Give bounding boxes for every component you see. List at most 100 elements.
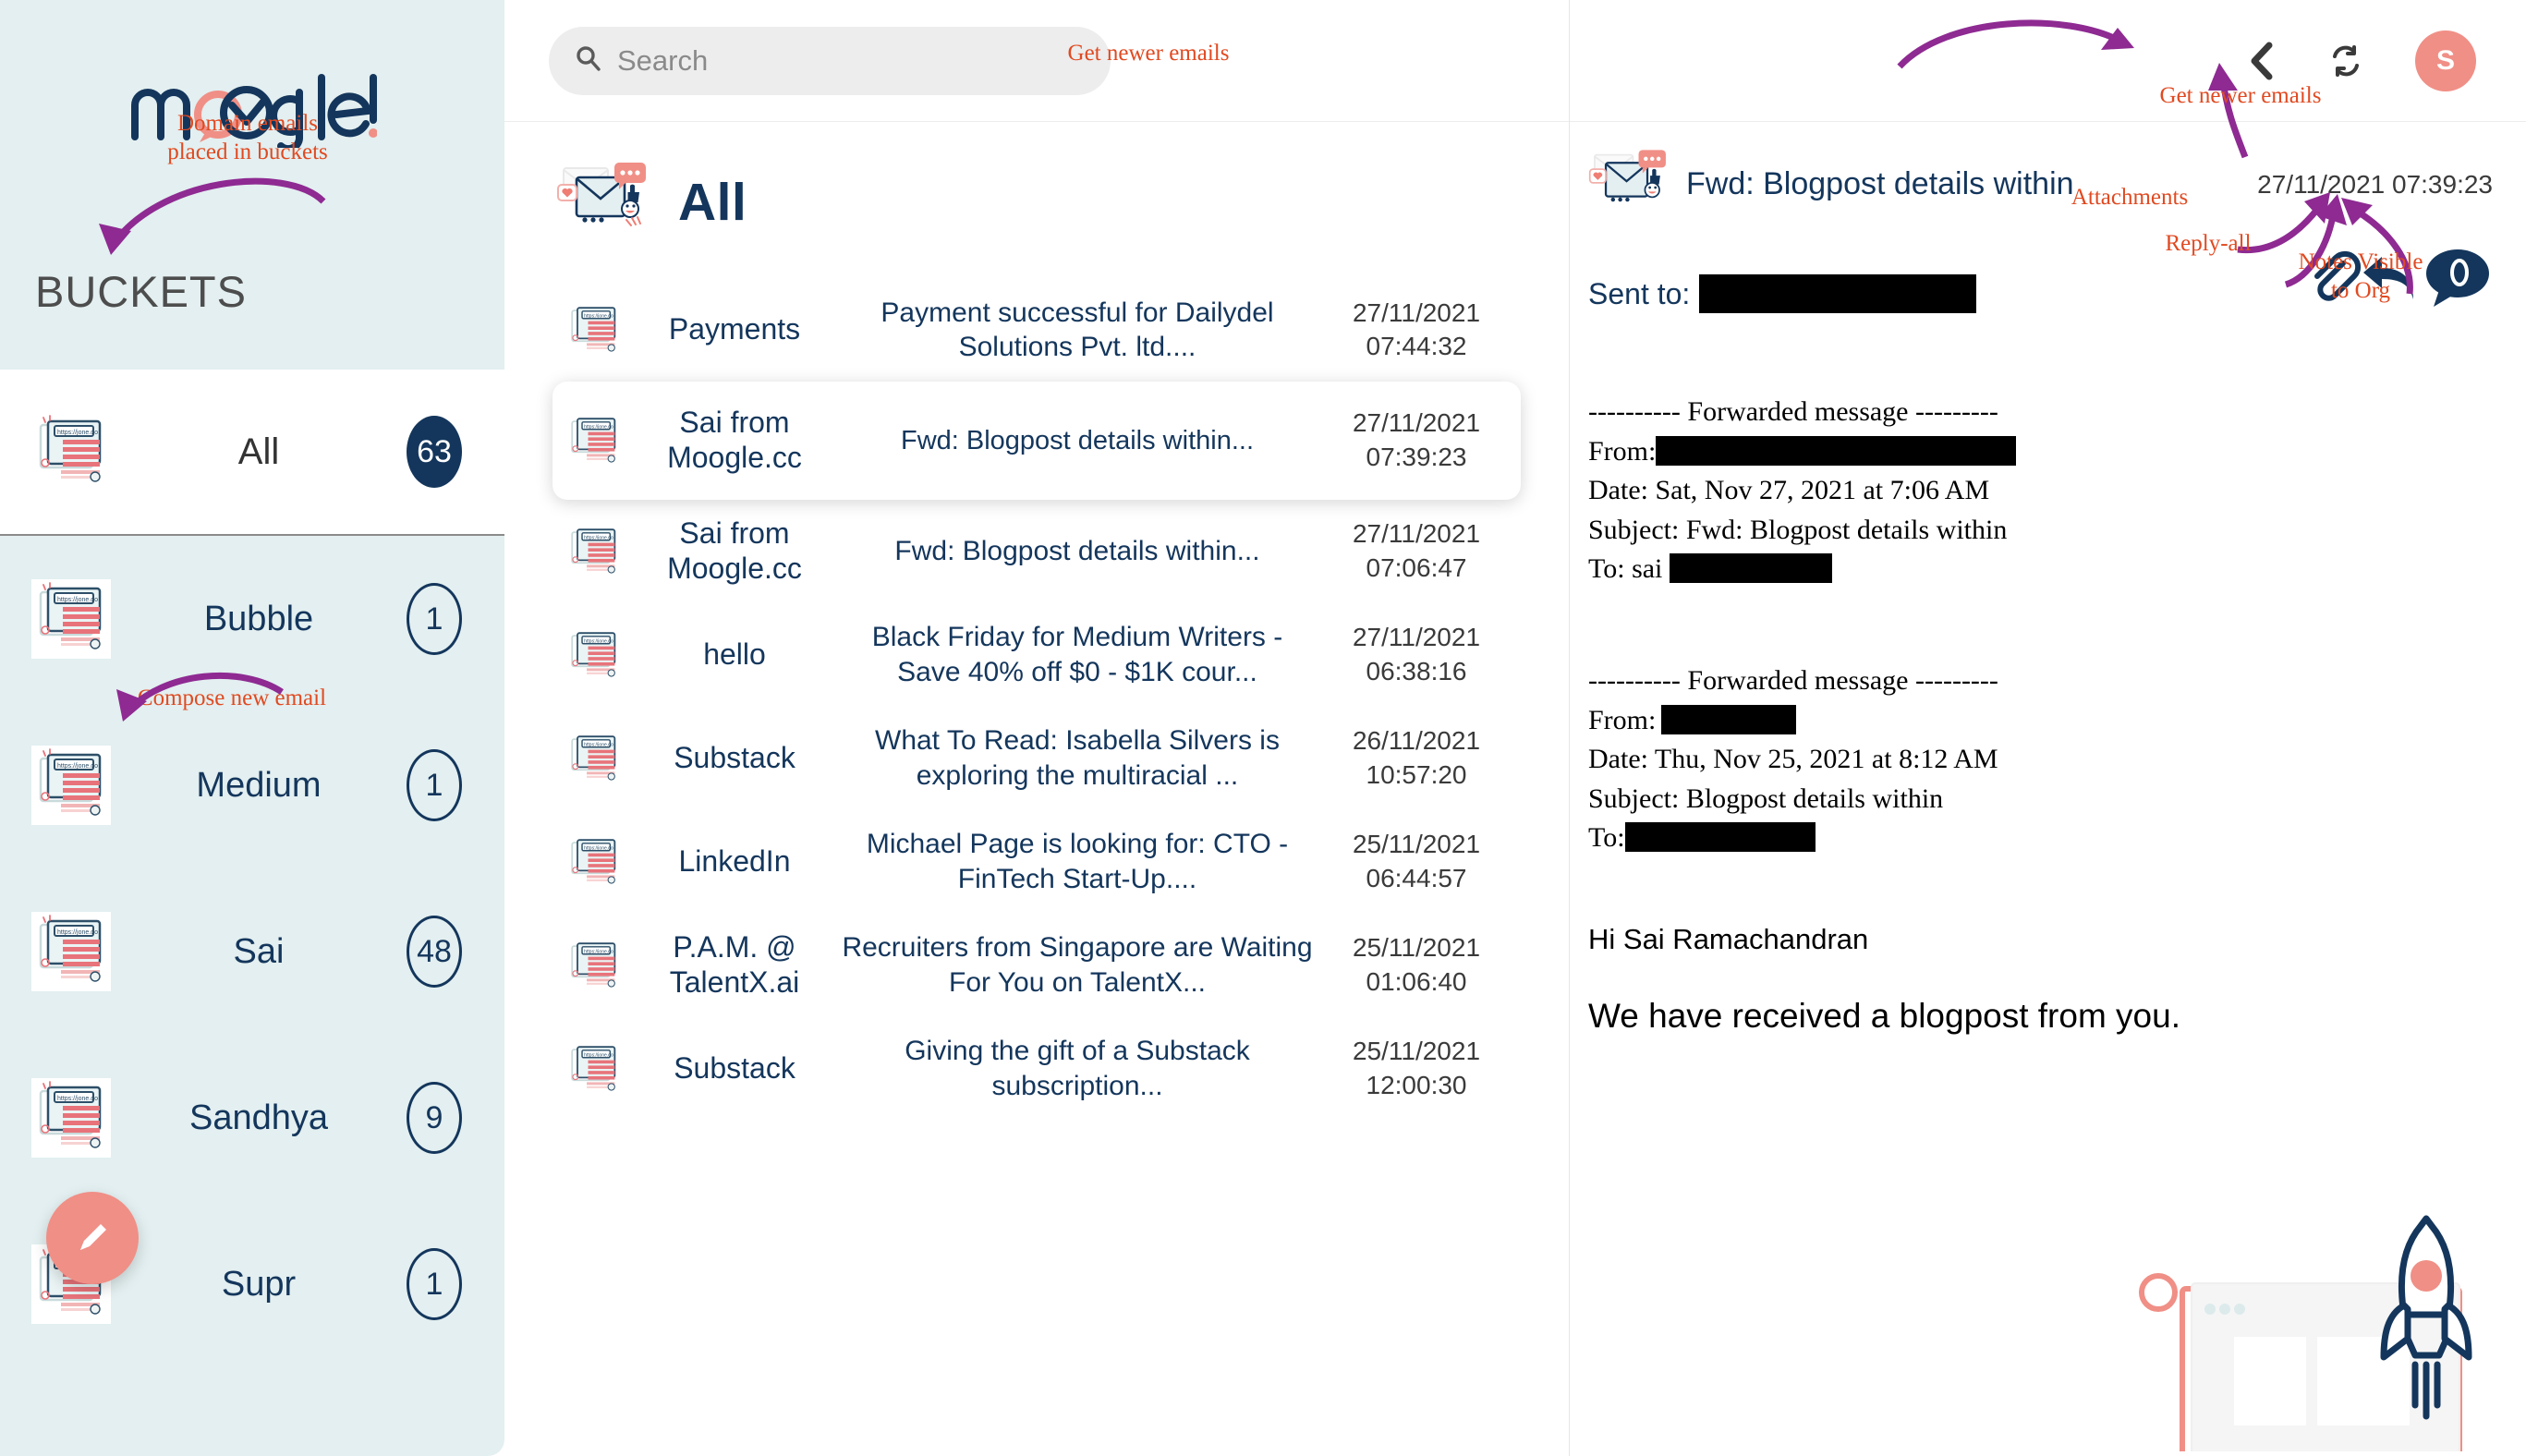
search-icon bbox=[575, 44, 602, 77]
mail-timestamp: 27/11/2021 07:06:47 bbox=[1352, 519, 1481, 582]
mail-row[interactable]: https://jone.do Payments Payment success… bbox=[553, 278, 1521, 382]
sent-to-redacted-value bbox=[1699, 274, 1977, 313]
mail-sender: LinkedIn bbox=[678, 843, 791, 878]
bucket-thumbnail-icon: https://jone.do bbox=[565, 301, 623, 358]
svg-text:https://jone.do: https://jone.do bbox=[57, 1096, 98, 1102]
bucket-thumbnail-icon: https://jone.do bbox=[565, 730, 623, 787]
svg-text:https://jone.do: https://jone.do bbox=[584, 949, 613, 954]
mail-timestamp: 25/11/2021 12:00:30 bbox=[1352, 1037, 1481, 1099]
sidebar-item-count: 1 bbox=[407, 749, 462, 821]
mail-timestamp: 25/11/2021 01:06:40 bbox=[1352, 933, 1481, 996]
sidebar-item-label: Sai bbox=[233, 931, 285, 971]
sidebar-item-bubble[interactable]: https://jone.do Bubble 1 bbox=[0, 536, 504, 702]
sidebar-item-count: 48 bbox=[407, 916, 462, 988]
mail-sender: Substack bbox=[674, 740, 795, 774]
mail-timestamp: 26/11/2021 10:57:20 bbox=[1352, 726, 1481, 789]
refresh-icon[interactable] bbox=[2328, 43, 2363, 79]
sidebar-item-sandhya[interactable]: https://jone.do Sandhya 9 bbox=[0, 1035, 504, 1201]
rocket-illustration-icon bbox=[2138, 1183, 2526, 1456]
bucket-thumbnail-icon: https://jone.do bbox=[565, 412, 623, 469]
forwarded-subject: Subject: Blogpost details within bbox=[1588, 783, 1944, 814]
envelope-illustration-icon bbox=[556, 161, 652, 243]
avatar[interactable]: S bbox=[2415, 30, 2476, 91]
mail-subject: Payment successful for Dailydel Solution… bbox=[880, 297, 1274, 363]
pencil-icon bbox=[80, 1224, 106, 1250]
sidebar-item-medium[interactable]: https://jone.do Medium 1 bbox=[0, 702, 504, 868]
forwarded-divider: ---------- Forwarded message --------- bbox=[1588, 396, 1998, 427]
envelope-illustration-icon bbox=[1588, 148, 1671, 221]
svg-text:https://jone.do: https://jone.do bbox=[57, 430, 98, 436]
svg-text:https://jone.do: https://jone.do bbox=[584, 638, 613, 644]
mail-list: https://jone.do Payments Payment success… bbox=[504, 258, 1569, 1121]
annotation-get-newer-emails-1: Get newer emails bbox=[1067, 41, 1230, 66]
sidebar-item-count: 63 bbox=[407, 416, 462, 488]
annotation-notes-visible: Notes Visible to Org bbox=[2298, 249, 2423, 304]
sent-to-label: Sent to: bbox=[1588, 276, 1691, 310]
mail-subject: Giving the gift of a Substack subscripti… bbox=[905, 1036, 1250, 1101]
forwarded-to: To: sai bbox=[1588, 550, 2526, 589]
sidebar-item-count: 1 bbox=[407, 1248, 462, 1320]
mail-subject: Fwd: Blogpost details within... bbox=[894, 535, 1260, 566]
mail-row[interactable]: https://jone.do Substack What To Read: I… bbox=[553, 707, 1521, 810]
page-title: All bbox=[678, 172, 747, 232]
sidebar-item-sai[interactable]: https://jone.do Sai 48 bbox=[0, 868, 504, 1035]
sidebar-item-label: Bubble bbox=[203, 599, 314, 638]
mail-sender: Payments bbox=[668, 312, 801, 346]
forwarded-date: Date: Thu, Nov 25, 2021 at 8:12 AM bbox=[1588, 744, 1998, 775]
detail-timestamp: 27/11/2021 07:39:23 bbox=[2257, 169, 2493, 199]
forwarded-subject: Subject: Fwd: Blogpost details within bbox=[1588, 514, 2008, 545]
sidebar-item-all[interactable]: https://jone.do All 63 bbox=[0, 370, 504, 536]
bucket-thumbnail-icon: https://jone.do bbox=[565, 626, 623, 684]
mail-sender: P.A.M. @ TalentX.ai bbox=[669, 929, 800, 999]
svg-text:https://jone.do: https://jone.do bbox=[584, 424, 613, 430]
mail-row[interactable]: https://jone.do Sai from Moogle.cc Fwd: … bbox=[553, 500, 1521, 603]
bucket-thumbnail-icon: https://jone.do bbox=[31, 746, 111, 825]
sidebar: Domain emails placed in buckets BUCKETS … bbox=[0, 0, 504, 1456]
mail-subject: Recruiters from Singapore are Waiting Fo… bbox=[842, 932, 1313, 998]
sidebar-item-label: All bbox=[237, 431, 280, 472]
back-chevron-icon[interactable] bbox=[2245, 42, 2277, 80]
svg-text:https://jone.do: https://jone.do bbox=[57, 929, 98, 936]
annotation-compose-new-email: Compose new email bbox=[137, 686, 327, 710]
mail-row[interactable]: https://jone.do Sai from Moogle.cc Fwd: … bbox=[553, 382, 1521, 500]
svg-text:https://jone.do: https://jone.do bbox=[584, 313, 613, 319]
email-detail-panel: S Fwd: Blogpost details within 27/11/202… bbox=[1569, 0, 2526, 1456]
bucket-thumbnail-icon: https://jone.do bbox=[565, 1040, 623, 1098]
mail-subject: What To Read: Isabella Silvers is explor… bbox=[875, 725, 1280, 791]
bucket-thumbnail-icon: https://jone.do bbox=[31, 912, 111, 991]
greeting-line: Hi Sai Ramachandran bbox=[1588, 922, 1869, 955]
svg-text:https://jone.do: https://jone.do bbox=[584, 845, 613, 851]
annotation-attachments: Attachments bbox=[2071, 185, 2189, 210]
bucket-thumbnail-icon: https://jone.do bbox=[31, 579, 111, 659]
bucket-thumbnail-icon: https://jone.do bbox=[565, 833, 623, 891]
mail-row[interactable]: https://jone.do hello Black Friday for M… bbox=[553, 603, 1521, 707]
svg-text:https://jone.do: https://jone.do bbox=[584, 742, 613, 747]
bucket-thumbnail-icon: https://jone.do bbox=[31, 412, 111, 491]
mail-row[interactable]: https://jone.do P.A.M. @ TalentX.ai Recr… bbox=[553, 914, 1521, 1017]
mail-row[interactable]: https://jone.do Substack Giving the gift… bbox=[553, 1017, 1521, 1121]
mail-timestamp: 27/11/2021 06:38:16 bbox=[1352, 623, 1481, 686]
svg-text:https://jone.do: https://jone.do bbox=[584, 1052, 613, 1058]
mail-row[interactable]: https://jone.do LinkedIn Michael Page is… bbox=[553, 810, 1521, 914]
sidebar-item-label: Sandhya bbox=[188, 1098, 328, 1137]
sidebar-item-count: 9 bbox=[407, 1082, 462, 1154]
sidebar-item-label: Supr bbox=[221, 1264, 297, 1304]
annotation-domain-emails: Domain emails placed in buckets bbox=[167, 111, 328, 165]
svg-text:https://jone.do: https://jone.do bbox=[57, 597, 98, 603]
sidebar-item-count: 1 bbox=[407, 583, 462, 655]
forwarded-from: From: bbox=[1588, 701, 2526, 741]
forwarded-message-2: ---------- Forwarded message --------- F… bbox=[1570, 661, 2526, 858]
mail-sender: Sai from Moogle.cc bbox=[667, 516, 802, 585]
compose-button[interactable] bbox=[46, 1192, 139, 1284]
search-placeholder: Search bbox=[617, 43, 709, 77]
forwarded-to: To: bbox=[1588, 819, 2526, 858]
mail-timestamp: 27/11/2021 07:39:23 bbox=[1352, 408, 1481, 471]
mail-subject: Black Friday for Medium Writers - Save 4… bbox=[871, 622, 1283, 687]
mail-sender: Substack bbox=[674, 1050, 795, 1085]
app-root: Domain emails placed in buckets BUCKETS … bbox=[0, 0, 2526, 1456]
svg-text:https://jone.do: https://jone.do bbox=[57, 763, 98, 770]
buckets-heading: BUCKETS bbox=[35, 267, 247, 316]
forwarded-divider: ---------- Forwarded message --------- bbox=[1588, 664, 1998, 696]
annotation-arrow-domain-emails bbox=[99, 177, 326, 255]
